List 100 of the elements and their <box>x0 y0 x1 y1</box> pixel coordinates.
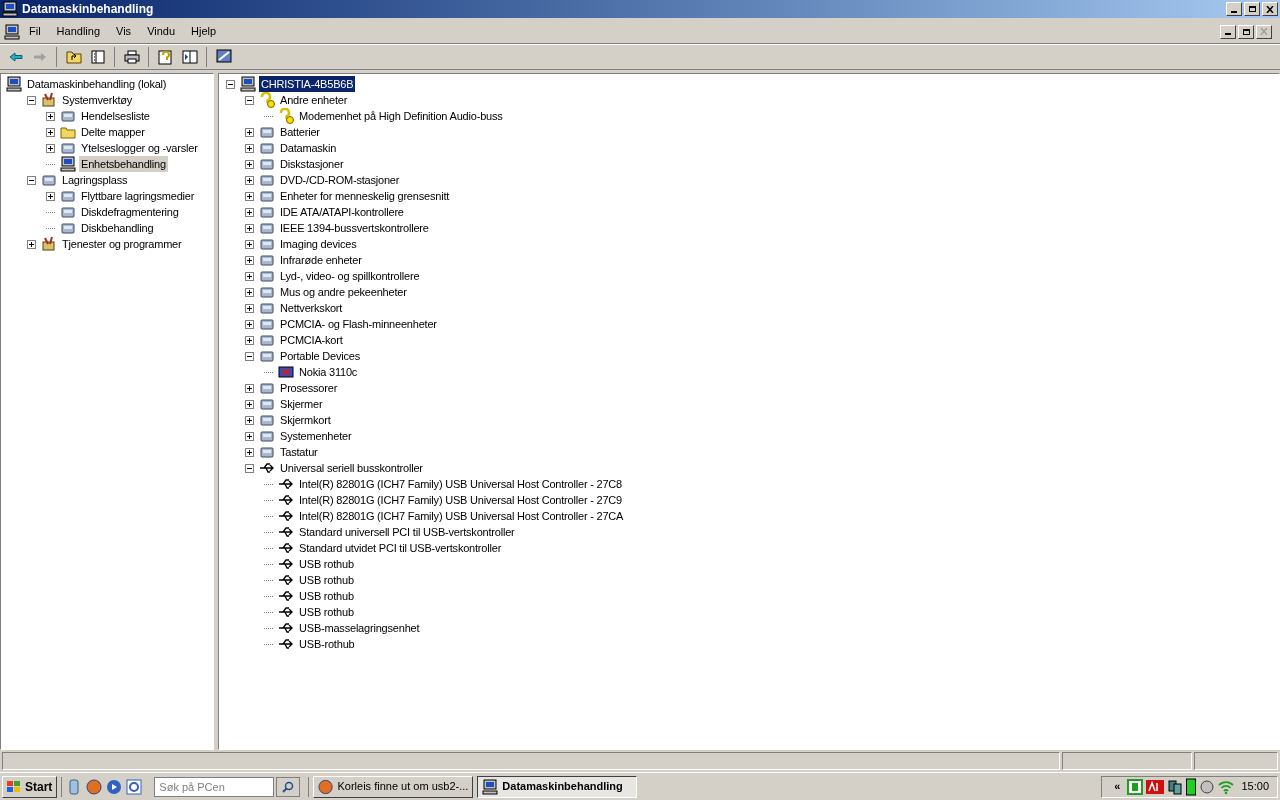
tree-item[interactable]: Intel(R) 82801G (ICH7 Family) USB Universal Host Controller - 27C9 <box>297 492 624 508</box>
expand-toggle[interactable] <box>245 207 254 217</box>
network-icon[interactable] <box>1167 778 1184 795</box>
tree-item[interactable]: USB rothub <box>297 604 356 620</box>
expand-toggle[interactable] <box>46 191 55 201</box>
close-button[interactable] <box>1262 2 1278 16</box>
expand-toggle[interactable] <box>245 143 254 153</box>
expand-toggle[interactable] <box>46 143 55 153</box>
expand-toggle[interactable] <box>245 399 254 409</box>
expand-toggle[interactable] <box>245 319 254 329</box>
tree-item[interactable]: Diskbehandling <box>79 220 156 236</box>
tree-item[interactable]: Mus og andre pekeenheter <box>278 284 409 300</box>
tree-item[interactable]: Systemenheter <box>278 428 354 444</box>
restore-button[interactable] <box>1238 24 1254 39</box>
tree-item[interactable]: Standard utvidet PCI til USB-vertskontroller <box>297 540 504 556</box>
close-button[interactable] <box>1256 24 1272 39</box>
expand-toggle[interactable] <box>245 383 254 393</box>
tree-item[interactable]: Standard universell PCI til USB-vertskontroller <box>297 524 517 540</box>
tree-item[interactable]: Imaging devices <box>278 236 359 252</box>
taskbar-button[interactable]: Datamaskinbehandling <box>477 775 638 798</box>
tree-item[interactable]: Tjenester og programmer <box>60 236 184 252</box>
tree-item[interactable]: USB-rothub <box>297 636 357 652</box>
expand-toggle[interactable] <box>245 287 254 297</box>
tree-item[interactable]: Skjermer <box>278 396 325 412</box>
collapse-toggle[interactable] <box>245 95 254 105</box>
tree-item[interactable]: DVD-/CD-ROM-stasjoner <box>278 172 402 188</box>
restore-button[interactable] <box>1244 2 1260 16</box>
expand-toggle[interactable] <box>245 447 254 457</box>
start-button[interactable]: Start <box>2 775 58 798</box>
tray-app-icon[interactable] <box>1127 778 1144 795</box>
expand-toggle[interactable] <box>245 415 254 425</box>
tree-item[interactable]: Universal seriell busskontroller <box>278 460 425 476</box>
taskbar-button[interactable]: Korleis finne ut om usb2-... <box>313 775 474 798</box>
expand-toggle[interactable] <box>27 239 36 249</box>
tree-item[interactable]: Nokia 3110c <box>297 364 360 380</box>
tree-item[interactable]: USB rothub <box>297 572 356 588</box>
tree-item[interactable]: Andre enheter <box>278 92 350 108</box>
collapse-toggle[interactable] <box>245 351 254 361</box>
tree-item[interactable]: IEEE 1394-bussvertskontrollere <box>278 220 431 236</box>
tree-item[interactable]: Enhetsbehandling <box>79 156 168 172</box>
tree-item[interactable]: PCMCIA-kort <box>278 332 345 348</box>
tree-item[interactable]: Batterier <box>278 124 322 140</box>
volume-icon[interactable] <box>1199 778 1216 795</box>
tree-item[interactable]: Prosessorer <box>278 380 340 396</box>
expand-toggle[interactable] <box>46 111 55 121</box>
tree-item[interactable]: Intel(R) 82801G (ICH7 Family) USB Universal Host Controller - 27C8 <box>297 476 624 492</box>
tree-item[interactable]: Datamaskinbehandling (lokal) <box>25 76 169 92</box>
tree-item[interactable]: Skjermkort <box>278 412 333 428</box>
tree-item[interactable]: Flyttbare lagringsmedier <box>79 188 197 204</box>
tree-item[interactable]: Lyd-, video- og spillkontrollere <box>278 268 422 284</box>
menu-item[interactable]: Handling <box>49 23 108 40</box>
expand-toggle[interactable] <box>245 431 254 441</box>
collapse-toggle[interactable] <box>245 463 254 473</box>
tree-item[interactable]: Delte mapper <box>79 124 147 140</box>
search-field[interactable]: Søk på PCen <box>154 776 275 797</box>
tree-item[interactable]: PCMCIA- og Flash-minneenheter <box>278 316 439 332</box>
menu-item[interactable]: Hjelp <box>184 23 224 40</box>
collapse-toggle[interactable] <box>27 175 36 185</box>
tree-item[interactable]: Tastatur <box>278 444 320 460</box>
tree-item[interactable]: Lagringsplass <box>60 172 130 188</box>
collapse-toggle[interactable] <box>226 79 235 89</box>
expand-toggle[interactable] <box>245 335 254 345</box>
menu-item[interactable]: Vis <box>109 23 139 40</box>
tree-item[interactable]: Diskstasjoner <box>278 156 346 172</box>
tree-item[interactable]: USB rothub <box>297 588 356 604</box>
tree-item[interactable]: Infrarøde enheter <box>278 252 364 268</box>
tree-item[interactable]: Hendelsesliste <box>79 108 152 124</box>
expand-toggle[interactable] <box>245 127 254 137</box>
tree-item[interactable]: USB rothub <box>297 556 356 572</box>
expand-toggle[interactable] <box>46 127 55 137</box>
expand-toggle[interactable] <box>245 191 254 201</box>
tree-item[interactable]: Ytelseslogger og -varsler <box>79 140 200 156</box>
tree-item[interactable]: Datamaskin <box>278 140 339 156</box>
graphics-driver-icon[interactable] <box>1146 779 1165 794</box>
tree-item[interactable]: Nettverkskort <box>278 300 345 316</box>
tree-item[interactable]: Modemenhet på High Definition Audio-buss <box>297 108 505 124</box>
minimize-button[interactable] <box>1220 24 1236 39</box>
expand-toggle[interactable] <box>245 175 254 185</box>
battery-icon[interactable] <box>1186 777 1197 796</box>
expand-toggle[interactable] <box>245 255 254 265</box>
tree-item[interactable]: CHRISTIA-4B5B6B <box>259 76 356 92</box>
search-button[interactable] <box>276 776 301 797</box>
browser-icon[interactable] <box>86 778 103 795</box>
menu-item[interactable]: Vindu <box>140 23 183 40</box>
tree-item[interactable]: Portable Devices <box>278 348 362 364</box>
collapse-toggle[interactable] <box>27 95 36 105</box>
expand-toggle[interactable] <box>245 239 254 249</box>
menu-item[interactable]: Fil <box>22 23 48 40</box>
expand-toggle[interactable] <box>245 303 254 313</box>
minimize-button[interactable] <box>1226 2 1242 16</box>
media-player-icon[interactable] <box>106 778 123 795</box>
tree-item[interactable]: Systemverktøy <box>60 92 135 108</box>
expand-toggle[interactable] <box>245 271 254 281</box>
tree-item[interactable]: Intel(R) 82801G (ICH7 Family) USB Universal Host Controller - 27CA <box>297 508 626 524</box>
expand-toggle[interactable] <box>245 159 254 169</box>
tree-item[interactable]: Enheter for menneskelig grensesnitt <box>278 188 452 204</box>
tree-item[interactable]: USB-masselagringsenhet <box>297 620 422 636</box>
expand-toggle[interactable] <box>245 223 254 233</box>
tree-item[interactable]: IDE ATA/ATAPI-kontrollere <box>278 204 406 220</box>
tray-expand-button[interactable]: « <box>1110 778 1125 795</box>
